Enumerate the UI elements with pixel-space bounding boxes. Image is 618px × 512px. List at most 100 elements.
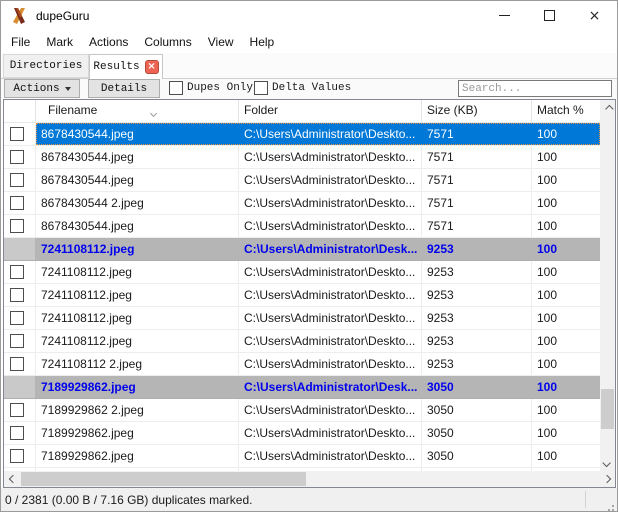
row-data: 7241108112.jpegC:\Users\Administrator\De… [36, 284, 600, 306]
checkbox-cell [4, 146, 36, 168]
row-data: 8678430544.jpegC:\Users\Administrator\De… [36, 123, 600, 145]
table-row[interactable]: 7241108112.jpegC:\Users\Administrator\De… [4, 307, 600, 330]
tab-bar: Directories Results × [1, 53, 617, 79]
folder-cell: C:\Users\Administrator\Deskto... [239, 123, 422, 145]
table-row[interactable]: 7241108112 2.jpegC:\Users\Administrator\… [4, 353, 600, 376]
header-filename[interactable]: Filename [36, 100, 239, 122]
menu-bar: File Mark Actions Columns View Help [1, 30, 617, 53]
match-cell: 100 [532, 146, 600, 168]
dupes-only-checkbox[interactable] [169, 81, 183, 95]
status-bar: 0 / 2381 (0.00 B / 7.16 GB) duplicates m… [1, 488, 617, 511]
size-cell: 7571 [422, 123, 532, 145]
scroll-left-button[interactable] [4, 471, 21, 487]
row-checkbox[interactable] [10, 219, 24, 233]
filename-cell: 7241108112.jpeg [36, 330, 239, 352]
dupes-only-checkbox-group: Dupes Only [169, 81, 253, 95]
folder-cell: C:\Users\Administrator\Deskto... [239, 330, 422, 352]
menu-mark[interactable]: Mark [38, 32, 81, 52]
table-header: Filename Folder Size (KB) Match % [4, 100, 600, 123]
filename-cell: 8678430544 2.jpeg [36, 192, 239, 214]
vertical-scrollbar-thumb[interactable] [601, 389, 614, 429]
maximize-button[interactable] [527, 1, 572, 30]
size-cell: 7571 [422, 169, 532, 191]
search-input[interactable] [458, 80, 612, 97]
filename-cell: 8678430544.jpeg [36, 146, 239, 168]
resize-grip[interactable] [612, 505, 614, 507]
size-cell: 9253 [422, 330, 532, 352]
delta-values-checkbox-group: Delta Values [254, 81, 351, 95]
group-header-row[interactable]: 7189929862.jpegC:\Users\Administrator\De… [4, 376, 600, 399]
match-cell: 100 [532, 376, 600, 398]
header-checkbox-column[interactable] [4, 100, 36, 122]
scroll-down-button[interactable] [600, 454, 615, 471]
row-checkbox[interactable] [10, 449, 24, 463]
row-checkbox[interactable] [10, 426, 24, 440]
chevron-down-icon [602, 458, 610, 466]
chevron-left-icon [8, 475, 16, 483]
row-checkbox[interactable] [10, 288, 24, 302]
size-cell: 9253 [422, 353, 532, 375]
header-match-label: Match % [537, 103, 584, 117]
horizontal-scrollbar-thumb[interactable] [21, 472, 306, 486]
header-folder[interactable]: Folder [239, 100, 422, 122]
menu-help[interactable]: Help [242, 32, 283, 52]
tab-directories-label: Directories [10, 60, 83, 72]
delta-values-checkbox[interactable] [254, 81, 268, 95]
row-data: 8678430544 2.jpegC:\Users\Administrator\… [36, 192, 600, 214]
maximize-icon [544, 10, 555, 21]
window-controls: × [482, 1, 617, 30]
table-row[interactable]: 7241108112.jpegC:\Users\Administrator\De… [4, 330, 600, 353]
table-row[interactable]: 7241108112.jpegC:\Users\Administrator\De… [4, 284, 600, 307]
header-size[interactable]: Size (KB) [422, 100, 532, 122]
row-checkbox[interactable] [10, 127, 24, 141]
menu-columns[interactable]: Columns [136, 32, 199, 52]
checkbox-cell [4, 284, 36, 306]
folder-cell: C:\Users\Administrator\Deskto... [239, 192, 422, 214]
row-checkbox[interactable] [10, 150, 24, 164]
sort-indicator-icon [151, 102, 156, 122]
close-button[interactable]: × [572, 1, 617, 30]
menu-file[interactable]: File [3, 32, 38, 52]
scroll-up-button[interactable] [600, 100, 615, 117]
size-cell: 9253 [422, 307, 532, 329]
row-checkbox[interactable] [10, 357, 24, 371]
match-cell: 100 [532, 445, 600, 467]
match-cell: 100 [532, 169, 600, 191]
tab-results[interactable]: Results × [89, 54, 163, 79]
size-cell: 9253 [422, 261, 532, 283]
actions-button[interactable]: Actions [4, 79, 80, 98]
row-checkbox[interactable] [10, 311, 24, 325]
table-row[interactable]: 7189929862.jpegC:\Users\Administrator\De… [4, 422, 600, 445]
match-cell: 100 [532, 123, 600, 145]
menu-actions[interactable]: Actions [81, 32, 136, 52]
table-row[interactable]: 8678430544.jpegC:\Users\Administrator\De… [4, 169, 600, 192]
header-match[interactable]: Match % [532, 100, 600, 122]
group-header-row[interactable]: 7241108112.jpegC:\Users\Administrator\De… [4, 238, 600, 261]
table-row[interactable]: 7189929862 2.jpegC:\Users\Administrator\… [4, 399, 600, 422]
details-button[interactable]: Details [88, 79, 160, 98]
tab-close-icon[interactable]: × [145, 60, 159, 74]
close-icon: × [589, 9, 601, 23]
table-row[interactable]: 8678430544 2.jpegC:\Users\Administrator\… [4, 192, 600, 215]
size-cell: 3050 [422, 445, 532, 467]
checkbox-cell [4, 422, 36, 444]
horizontal-scrollbar[interactable] [4, 471, 615, 487]
table-row[interactable]: 8678430544.jpegC:\Users\Administrator\De… [4, 146, 600, 169]
row-checkbox[interactable] [10, 265, 24, 279]
table-row[interactable]: 7241108112.jpegC:\Users\Administrator\De… [4, 261, 600, 284]
row-checkbox[interactable] [10, 403, 24, 417]
tab-directories[interactable]: Directories [3, 54, 89, 78]
table-row[interactable]: 8678430544.jpegC:\Users\Administrator\De… [4, 123, 600, 146]
delta-values-label: Delta Values [272, 82, 351, 94]
match-cell: 100 [532, 422, 600, 444]
table-row[interactable]: 8678430544.jpegC:\Users\Administrator\De… [4, 215, 600, 238]
minimize-button[interactable] [482, 1, 527, 30]
row-checkbox[interactable] [10, 334, 24, 348]
vertical-scrollbar[interactable] [600, 100, 615, 471]
menu-view[interactable]: View [200, 32, 242, 52]
row-checkbox[interactable] [10, 173, 24, 187]
row-checkbox[interactable] [10, 196, 24, 210]
scroll-right-button[interactable] [598, 471, 615, 487]
table-row[interactable]: 7189929862.jpegC:\Users\Administrator\De… [4, 445, 600, 468]
match-cell: 100 [532, 261, 600, 283]
